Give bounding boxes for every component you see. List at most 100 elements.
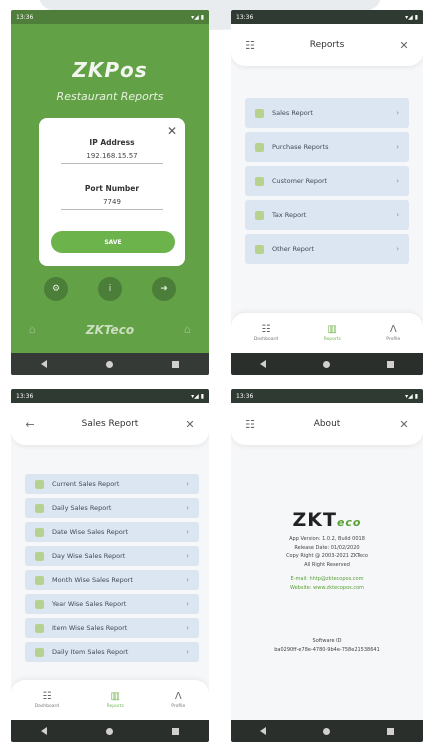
info-icon[interactable]: i (98, 277, 122, 301)
rights-reserved: All Right Reserved (304, 561, 350, 568)
status-bar: 13:36 ▾◢ ▮ (231, 10, 423, 24)
recent-apps-icon[interactable] (172, 727, 180, 735)
settings-icon[interactable]: ⚙ (44, 277, 68, 301)
menu-item-month-wise-sales[interactable]: Month Wise Sales Report › (25, 570, 199, 590)
nav-dashboard[interactable]: ☷ Dashboard (35, 691, 59, 709)
brand-logo: ZKPos (72, 58, 148, 82)
home-icon[interactable] (322, 727, 330, 735)
menu-item-sales-report[interactable]: Sales Report › (245, 98, 409, 128)
android-nav-bar (11, 720, 209, 742)
logo-text: ZKT (292, 509, 337, 531)
menu-item-customer-report[interactable]: Customer Report › (245, 166, 409, 196)
report-icon (35, 599, 44, 609)
report-icon (255, 176, 264, 186)
header: ☷ About ✕ (231, 403, 423, 445)
profile-icon: Ʌ (389, 324, 397, 335)
report-icon (255, 142, 264, 152)
website-link[interactable]: Website: www.zktecopos.com (231, 584, 423, 593)
recent-apps-icon[interactable] (387, 727, 395, 735)
close-icon[interactable]: ✕ (167, 124, 177, 138)
software-id-value: ba0290ff-e78e-4780-9b4e-758e21538641 (274, 646, 380, 653)
menu-item-date-wise-sales[interactable]: Date Wise Sales Report › (25, 522, 199, 542)
home-icon[interactable] (105, 360, 113, 368)
chevron-right-icon: › (396, 109, 399, 117)
chevron-right-icon: › (186, 480, 189, 488)
report-icon (255, 244, 264, 254)
phone-sales-report-screen: 13:36 ▾◢ ▮ ← Sales Report ✕ Current Sale… (11, 389, 209, 742)
menu-item-label: Purchase Reports (272, 143, 329, 151)
status-time: 13:36 (236, 392, 254, 400)
menu-icon[interactable]: ☷ (243, 418, 257, 431)
back-icon[interactable] (259, 727, 266, 735)
software-id-label: Software ID (312, 638, 342, 644)
nav-label: Profile (171, 704, 186, 709)
status-icons: ▾◢ ▮ (405, 392, 418, 400)
android-nav-bar (231, 353, 423, 375)
ip-address-field[interactable]: 192.168.15.57 (61, 152, 163, 164)
phone-login-screen: 13:36 ▾◢ ▮ ZKPos Restaurant Reports ✕ IP… (11, 10, 209, 375)
menu-item-other-report[interactable]: Other Report › (245, 234, 409, 264)
nav-reports[interactable]: ▥ Reports (324, 324, 341, 342)
back-icon[interactable] (40, 360, 47, 368)
chevron-right-icon: › (396, 177, 399, 185)
chevron-right-icon: › (186, 504, 189, 512)
status-time: 13:36 (16, 13, 34, 21)
back-icon[interactable] (259, 360, 266, 368)
menu-item-daily-sales[interactable]: Daily Sales Report › (25, 498, 199, 518)
chevron-right-icon: › (396, 211, 399, 219)
brand-subtitle: Restaurant Reports (56, 90, 164, 103)
chevron-right-icon: › (186, 624, 189, 632)
menu-item-label: Item Wise Sales Report (52, 624, 128, 632)
close-icon[interactable]: ✕ (183, 418, 197, 431)
menu-item-tax-report[interactable]: Tax Report › (245, 200, 409, 230)
status-icons: ▾◢ ▮ (191, 13, 204, 21)
sales-report-menu: Current Sales Report › Daily Sales Repor… (25, 474, 199, 666)
close-icon[interactable]: ✕ (397, 418, 411, 431)
home-icon[interactable] (105, 727, 113, 735)
nav-label: Dashboard (253, 337, 279, 342)
menu-item-daily-item-sales[interactable]: Daily Item Sales Report › (25, 642, 199, 662)
nav-profile[interactable]: Ʌ Profile (171, 691, 185, 709)
port-number-label: Port Number (84, 184, 140, 193)
back-arrow-icon[interactable]: ← (23, 418, 37, 431)
back-icon[interactable] (40, 727, 47, 735)
report-icon (35, 479, 44, 489)
release-date: Release Date: 01/02/2020 (294, 544, 360, 551)
port-number-field[interactable]: 7749 (61, 198, 163, 210)
menu-item-year-wise-sales[interactable]: Year Wise Sales Report › (25, 594, 199, 614)
phone-about-screen: 13:36 ▾◢ ▮ ☷ About ✕ ZKTeco App Version:… (231, 389, 423, 742)
report-icon (35, 647, 44, 657)
chevron-right-icon: › (186, 576, 189, 584)
menu-item-label: Tax Report (272, 211, 307, 219)
next-arrow-icon[interactable]: ➜ (152, 277, 176, 301)
menu-icon[interactable]: ☷ (243, 39, 257, 52)
email-link[interactable]: E-mail: hhtp@zktecopos.com (231, 575, 423, 584)
server-settings-dialog: ✕ IP Address 192.168.15.57 Port Number 7… (39, 118, 185, 266)
android-nav-bar (231, 720, 423, 742)
close-icon[interactable]: ✕ (397, 39, 411, 52)
menu-item-current-sales[interactable]: Current Sales Report › (25, 474, 199, 494)
nav-reports[interactable]: ▥ Reports (107, 691, 124, 709)
home-icon[interactable] (322, 360, 330, 368)
chevron-right-icon: › (186, 552, 189, 560)
chevron-right-icon: › (186, 600, 189, 608)
recent-apps-icon[interactable] (172, 360, 180, 368)
menu-item-item-wise-sales[interactable]: Item Wise Sales Report › (25, 618, 199, 638)
menu-item-day-wise-sales[interactable]: Day Wise Sales Report › (25, 546, 199, 566)
menu-item-purchase-reports[interactable]: Purchase Reports › (245, 132, 409, 162)
menu-item-label: Year Wise Sales Report (52, 600, 127, 608)
nav-profile[interactable]: Ʌ Profile (386, 324, 400, 342)
nav-dashboard[interactable]: ☷ Dashboard (254, 324, 278, 342)
report-icon (255, 108, 264, 118)
report-icon (35, 503, 44, 513)
save-button[interactable]: SAVE (51, 231, 175, 253)
header: ← Sales Report ✕ (11, 403, 209, 445)
status-bar: 13:36 ▾◢ ▮ (231, 389, 423, 403)
menu-item-label: Month Wise Sales Report (52, 576, 133, 584)
recent-apps-icon[interactable] (387, 360, 395, 368)
menu-item-label: Date Wise Sales Report (52, 528, 129, 536)
company-logo: ZKTeco (231, 509, 423, 531)
reports-icon: ▥ (327, 324, 337, 335)
software-id-block: Software ID ba0290ff-e78e-4780-9b4e-758e… (231, 637, 423, 654)
status-bar: 13:36 ▾◢ ▮ (11, 389, 209, 403)
